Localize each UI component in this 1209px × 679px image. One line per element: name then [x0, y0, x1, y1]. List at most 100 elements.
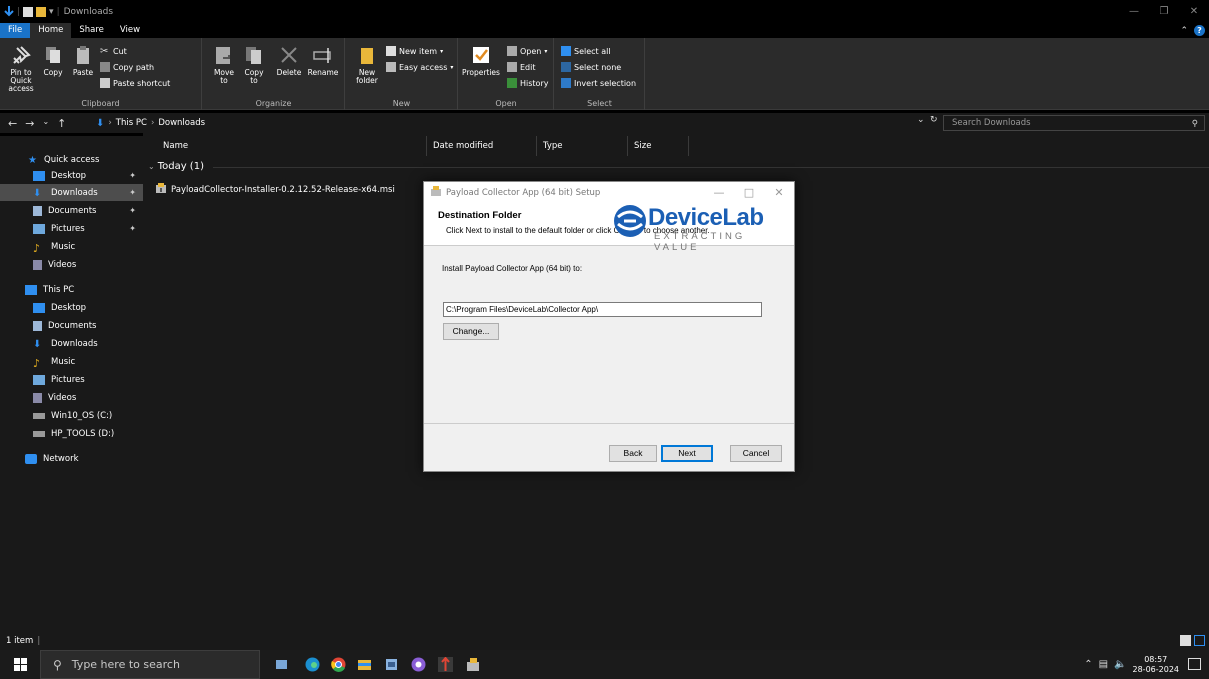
network-tray-icon[interactable]: ▤ — [1099, 659, 1108, 670]
edge-browser-icon[interactable] — [305, 657, 320, 672]
clock[interactable]: 08:57 28-06-2024 — [1133, 655, 1180, 675]
star-icon: ★ — [28, 154, 37, 166]
copy-to-button[interactable]: Copy to — [241, 44, 267, 85]
file-explorer-icon[interactable] — [357, 657, 372, 672]
nav-quick-access[interactable]: ★ Quick access — [0, 151, 143, 168]
customize-qa-icon[interactable]: ▾ — [49, 7, 54, 17]
move-to-button[interactable]: Move to — [211, 44, 237, 85]
dialog-header-title: Destination Folder — [438, 210, 522, 221]
breadcrumb-this-pc[interactable]: This PC — [116, 118, 147, 128]
column-header-type[interactable]: Type — [543, 141, 563, 151]
copy-path-button[interactable]: Copy path — [100, 60, 154, 74]
nav-pc-desktop[interactable]: Desktop — [0, 299, 143, 316]
new-folder-button[interactable]: New folder — [354, 44, 380, 85]
nav-quick-desktop[interactable]: Desktop ✦ — [0, 167, 143, 184]
notifications-icon[interactable] — [1188, 658, 1201, 670]
windows-start-icon[interactable] — [14, 658, 27, 671]
nav-pc-videos[interactable]: Videos — [0, 389, 143, 406]
nav-pc-drive-d[interactable]: HP_TOOLS (D:) — [0, 425, 143, 442]
nav-quick-documents[interactable]: Documents ✦ — [0, 202, 143, 219]
cut-button[interactable]: ✂ Cut — [100, 44, 127, 58]
column-divider[interactable] — [536, 136, 537, 156]
nav-pc-music[interactable]: ♪ Music — [0, 353, 143, 370]
nav-pc-downloads[interactable]: ⬇ Downloads — [0, 335, 143, 352]
help-icon[interactable]: ? — [1194, 25, 1205, 36]
usb-tool-icon[interactable] — [438, 656, 453, 672]
change-button[interactable]: Change... — [443, 323, 499, 340]
cancel-button[interactable]: Cancel — [730, 445, 782, 462]
nav-quick-music[interactable]: ♪ Music — [0, 238, 143, 255]
copy-button[interactable]: Copy — [40, 44, 66, 77]
column-divider[interactable] — [688, 136, 689, 156]
chrome-browser-icon[interactable] — [331, 657, 346, 672]
breadcrumb-downloads[interactable]: Downloads — [158, 118, 205, 128]
tab-file[interactable]: File — [0, 23, 31, 38]
down-arrow-icon — [4, 5, 14, 18]
nav-pc-documents[interactable]: Documents — [0, 317, 143, 334]
recent-locations-icon[interactable]: ⌄ — [42, 117, 49, 130]
back-button[interactable]: Back — [609, 445, 657, 462]
group-header-today[interactable]: ⌄ Today (1) — [148, 161, 204, 172]
maximize-button[interactable]: ❐ — [1149, 0, 1179, 23]
column-header-date-modified[interactable]: Date modified — [433, 141, 493, 151]
history-button[interactable]: History — [507, 76, 548, 90]
tab-view[interactable]: View — [112, 23, 148, 38]
pin-to-quick-access-button[interactable]: Pin to Quick access — [4, 44, 38, 93]
show-hidden-icons-icon[interactable]: ⌃ — [1084, 659, 1092, 670]
pinned-icon: ✦ — [129, 171, 136, 180]
dialog-close-button[interactable]: ✕ — [764, 182, 794, 203]
select-all-icon — [561, 46, 571, 56]
address-bar[interactable]: ⬇ › This PC › Downloads — [96, 115, 941, 131]
properties-check-icon — [470, 44, 492, 66]
delete-button[interactable]: Delete — [273, 44, 305, 77]
up-arrow-icon[interactable]: ↑ — [57, 117, 66, 130]
column-divider[interactable] — [627, 136, 628, 156]
next-button[interactable]: Next — [661, 445, 713, 462]
address-dropdown-icon[interactable]: ⌄ — [917, 115, 925, 125]
volume-icon[interactable]: 🔈 — [1114, 659, 1126, 670]
properties-button[interactable]: Properties — [461, 44, 501, 77]
rename-button[interactable]: Rename — [307, 44, 339, 77]
install-path-field[interactable]: C:\Program Files\DeviceLab\Collector App… — [443, 302, 762, 317]
invert-selection-button[interactable]: Invert selection — [561, 76, 636, 90]
task-view-icon[interactable] — [274, 657, 289, 672]
details-view-icon[interactable] — [1180, 635, 1191, 646]
nav-quick-videos[interactable]: Videos — [0, 256, 143, 273]
dialog-minimize-button[interactable]: — — [704, 182, 734, 203]
paste-shortcut-button[interactable]: Paste shortcut — [100, 76, 170, 90]
list-item[interactable]: PayloadCollector-Installer-0.2.12.52-Rel… — [155, 182, 395, 197]
nav-this-pc[interactable]: This PC — [0, 281, 143, 298]
close-button[interactable]: ✕ — [1179, 0, 1209, 23]
dialog-title-bar[interactable]: Payload Collector App (64 bit) Setup — □… — [424, 182, 794, 203]
nav-quick-downloads[interactable]: ⬇ Downloads ✦ — [0, 184, 143, 201]
select-all-button[interactable]: Select all — [561, 44, 611, 58]
collapse-ribbon-icon[interactable]: ⌃ — [1180, 26, 1188, 36]
app-icon[interactable] — [384, 657, 399, 672]
paste-button[interactable]: Paste — [70, 44, 96, 77]
back-arrow-icon[interactable]: ← — [8, 117, 17, 130]
minimize-button[interactable]: — — [1119, 0, 1149, 23]
large-icons-view-icon[interactable] — [1194, 635, 1205, 646]
nav-pc-drive-c[interactable]: Win10_OS (C:) — [0, 407, 143, 424]
tab-share[interactable]: Share — [71, 23, 112, 38]
taskbar-search-input[interactable]: ⚲ Type here to search — [40, 650, 260, 679]
media-player-icon[interactable] — [411, 657, 426, 672]
installer-package-icon[interactable] — [466, 657, 481, 672]
refresh-icon[interactable]: ↻ — [930, 115, 938, 125]
search-input[interactable]: Search Downloads ⚲ — [943, 115, 1205, 131]
new-folder-qa-icon[interactable] — [36, 6, 47, 17]
open-button[interactable]: Open ▾ — [507, 44, 547, 58]
column-header-name[interactable]: Name — [163, 141, 188, 151]
nav-quick-pictures[interactable]: Pictures ✦ — [0, 220, 143, 237]
properties-qa-icon[interactable] — [23, 6, 34, 17]
edit-button[interactable]: Edit — [507, 60, 536, 74]
nav-network[interactable]: Network — [0, 450, 143, 467]
column-divider[interactable] — [426, 136, 427, 156]
column-header-size[interactable]: Size — [634, 141, 651, 151]
nav-pc-pictures[interactable]: Pictures — [0, 371, 143, 388]
forward-arrow-icon[interactable]: → — [25, 117, 34, 130]
tab-home[interactable]: Home — [30, 23, 72, 38]
new-item-button[interactable]: New item ▾ — [386, 44, 443, 58]
easy-access-button[interactable]: Easy access ▾ — [386, 60, 453, 74]
select-none-button[interactable]: Select none — [561, 60, 621, 74]
